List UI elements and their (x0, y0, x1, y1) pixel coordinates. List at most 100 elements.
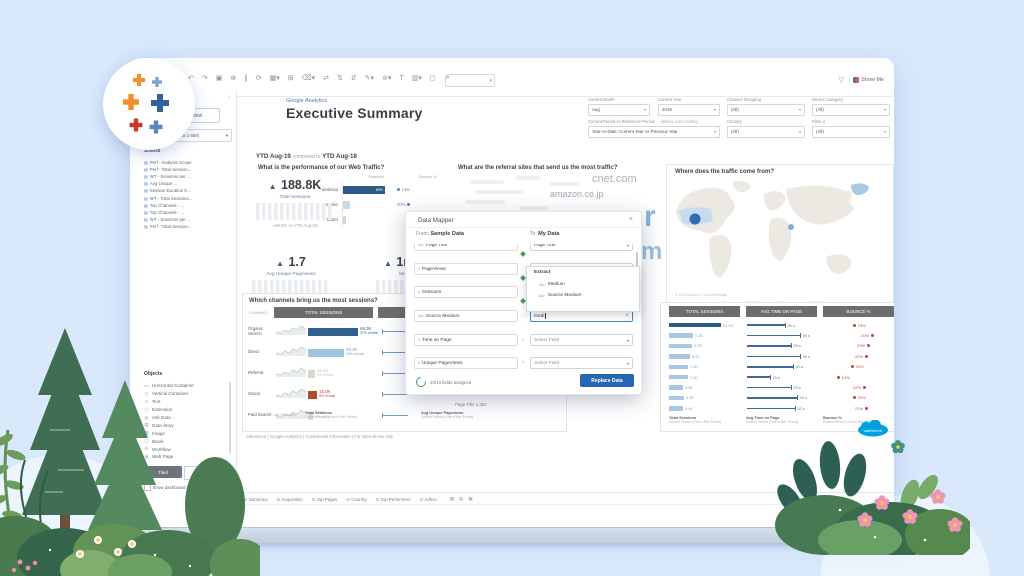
map-bubble-india[interactable] (788, 224, 794, 230)
time-line-tick (791, 385, 792, 390)
field-type-icon: # (418, 361, 420, 365)
sort-descending-icon[interactable]: ⇵ (351, 74, 357, 82)
kpi-histogram (256, 203, 334, 220)
metrics-panel: TOTAL SESSIONSAVG TIME ON PAGEBOUNCE % 2… (660, 302, 894, 432)
popup-field-option[interactable]: Abc Source Medium (527, 290, 639, 301)
bounce-dot (863, 386, 866, 389)
wordcloud-word[interactable]: cnet.com (592, 173, 637, 185)
metrics-column-header: TOTAL SESSIONS (669, 306, 740, 317)
metrics-row[interactable]: 9.0K 29 s 23% (669, 341, 894, 351)
metrics-column-header: AVG TIME ON PAGE (746, 306, 817, 317)
sparkline (276, 344, 308, 362)
show-cards-icon[interactable]: ▥▾ (412, 74, 422, 82)
sheet-list-item[interactable]: ▤ Perf - Total Session... (144, 166, 192, 173)
metrics-row[interactable]: 5.4K 32 s 21% (669, 403, 894, 413)
show-mark-labels-icon[interactable]: T (399, 75, 403, 82)
clear-sheet-icon[interactable]: ⌫▾ (302, 74, 315, 82)
new-dashboard-tab-icon[interactable]: ▤ (459, 496, 463, 502)
metrics-row[interactable]: 7.3K 15 s 14% (669, 372, 894, 382)
target-field-select[interactable]: Page Title▾ (530, 244, 633, 251)
bounce-dot-plot: 14% (837, 375, 850, 380)
replace-data-button[interactable]: Replace Data (580, 374, 634, 387)
breadcrumb[interactable]: Google Analytics (286, 98, 327, 104)
show-me-button[interactable]: Show Me (853, 77, 884, 83)
clear-input-icon[interactable]: × (625, 313, 629, 319)
metrics-row[interactable]: 9.3K 35 s 20% (669, 330, 894, 340)
sheet-list-item[interactable]: ▤ WT - Total Sessions... (144, 194, 192, 201)
source-field-chip: AbcSource Medium (414, 310, 518, 322)
map-attribution: © 2023 Mapbox © OpenStreetMap (675, 293, 727, 297)
sheet-tab[interactable]: ⊞ Top Performers (376, 497, 411, 502)
map-bubble-us[interactable] (690, 214, 701, 225)
sheet-list-item[interactable]: ▤ Perf - Analysis Scope (144, 159, 192, 166)
sessions-bar (669, 333, 693, 338)
world-map[interactable] (671, 179, 889, 291)
sessions-bar (669, 375, 688, 380)
sheet-list-item[interactable]: ▤ Top Channels - ... (144, 202, 192, 209)
mapping-row[interactable]: AbcPage Title Page Title▾ (406, 244, 634, 252)
device-sessions-header: Sessions (354, 175, 398, 179)
sessions-bar (669, 354, 690, 359)
refresh-icon[interactable]: ⟳ (256, 74, 262, 82)
new-worksheet-icon[interactable]: ▦▾ (270, 74, 280, 82)
plants-right-illustration (770, 425, 970, 555)
sheet-tab[interactable]: ⊞ Adhoc (419, 497, 436, 502)
save-icon[interactable]: ▣ (216, 74, 223, 82)
metrics-row[interactable]: 8.2K 35 s 22% (669, 351, 894, 361)
sheet-list-item[interactable]: ▤ Avg Unique ... (144, 180, 192, 187)
highlight-icon[interactable]: ✎▾ (365, 74, 374, 82)
filter-control[interactable]: Current Month Aug▾ (588, 97, 650, 116)
metrics-row[interactable]: 5.9K 33 s 20% (669, 393, 894, 403)
sheet-tab[interactable]: ⊞ Acquisition (277, 497, 303, 502)
filter-funnel-icon[interactable]: ▽ (839, 76, 844, 84)
filter-control[interactable]: Channel Grouping (All)▾ (727, 97, 805, 116)
unmatched-icon: – (520, 314, 526, 318)
time-line (747, 366, 793, 368)
metrics-row[interactable]: 7.3K 30 s 20% (669, 362, 894, 372)
group-members-icon[interactable]: ⊘▾ (382, 74, 391, 82)
bounce-dot-plot: 14% (397, 187, 410, 192)
filter-control[interactable]: Current Year 2019▾ (658, 97, 720, 116)
mapping-row[interactable]: #Time on Page + Select Field▾ (406, 334, 634, 347)
wordcloud-word[interactable]: amazon.co.jp (550, 189, 604, 199)
sessions-bar (308, 391, 317, 399)
collapse-pane-icon[interactable]: ‹ (228, 94, 230, 100)
source-field-chip: #Unique PageViews (414, 357, 518, 369)
filter-control[interactable]: Filter 4 (All)▾ (812, 119, 890, 138)
swap-axes-icon[interactable]: ⇄ (323, 74, 329, 82)
presentation-mode-icon[interactable]: ◻ (430, 74, 436, 82)
filter-control[interactable]: Device Category (All)▾ (812, 97, 890, 116)
sheet-tab[interactable]: ⊞ Country (346, 497, 366, 502)
sheet-list-item[interactable]: ▤ WT - Sessions per ... (144, 216, 192, 223)
metrics-row[interactable]: 5.3K 29 s 22% (669, 382, 894, 392)
wordcloud-faint-word (470, 180, 504, 184)
sort-ascending-icon[interactable]: ⇅ (337, 74, 343, 82)
bounce-dot (837, 376, 840, 379)
close-icon[interactable]: × (629, 216, 633, 223)
sheet-list-item[interactable]: ▤ Top Channels - ... (144, 209, 192, 216)
bounce-dot (407, 203, 410, 206)
filter-control[interactable]: Country (All)▾ (727, 119, 805, 138)
target-field-select[interactable]: Select Field▾ (530, 334, 633, 346)
sheet-list-item[interactable]: ▤ Session Duration K... (144, 187, 192, 194)
matched-icon (520, 275, 526, 281)
dialog-title: Data Mapper (418, 217, 454, 224)
popup-field-option[interactable]: Abc Medium (527, 279, 639, 290)
metrics-row[interactable]: 24.5K 25 s 15% (669, 320, 894, 330)
fit-select[interactable]: ▾ (445, 74, 495, 87)
pause-updates-icon[interactable]: ∥ (244, 74, 248, 82)
duplicate-icon[interactable]: ⊞ (288, 74, 294, 82)
time-line-tick (797, 395, 798, 400)
add-data-icon[interactable]: ⊕ (230, 74, 236, 82)
metrics-rows: 24.5K 25 s 15% (669, 320, 894, 414)
dashboard-tab-icon: ⊞ (277, 497, 280, 502)
filter-period-vs-reference[interactable]: Current Period vs Reference Perioddefine… (588, 119, 720, 138)
new-story-tab-icon[interactable]: ▣ (468, 496, 472, 502)
new-worksheet-tab-icon[interactable]: ▦ (450, 496, 454, 502)
target-field-select[interactable]: Select Field▾ (530, 357, 633, 369)
redo-icon[interactable]: ↷ (202, 74, 208, 82)
mapping-row[interactable]: #Unique PageViews + Select Field▾ (406, 357, 634, 370)
sheet-list-item[interactable]: ▤ Perf - Total Session... (144, 223, 192, 230)
sheet-list-item[interactable]: ▤ WT - Sessions per ... (144, 173, 192, 180)
sheet-tab[interactable]: ⊞ Top Pages (312, 497, 338, 502)
